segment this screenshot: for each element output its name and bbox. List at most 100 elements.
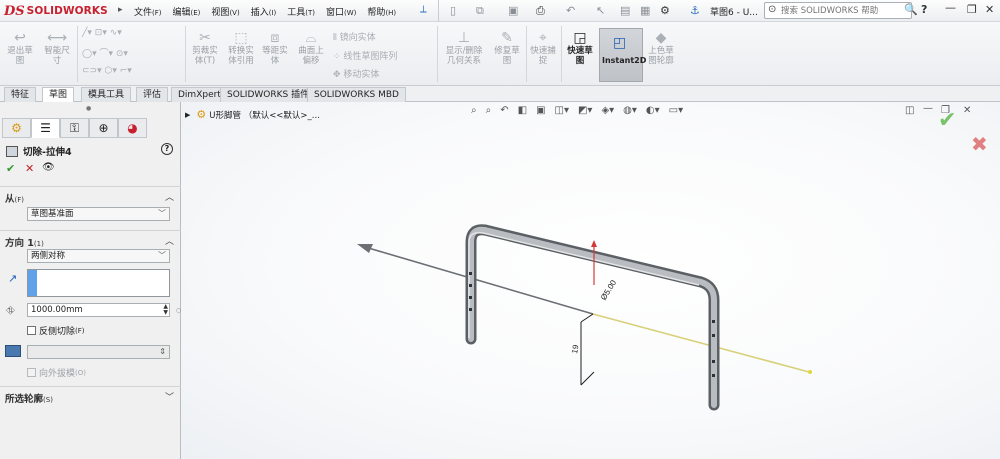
command-manager-ribbon: ↩ 退出草 图 ⟷ 智能尺 寸 ╱▾ ⊡▾ ∿▾ ◯▾ ⌒▾ ⊙▾ ⊂⊃▾ ⬡▾… (0, 22, 1000, 86)
quick-snaps-button[interactable]: ⌖ 快速捕 捉 (528, 30, 558, 66)
menu-window[interactable]: 窗口(W) (326, 5, 356, 18)
collapse-chevron-icon[interactable]: ︿ (165, 234, 174, 247)
collapse-chevron-icon[interactable]: ︿ (165, 190, 174, 203)
panel-collapse-grip[interactable]: ● (86, 105, 91, 112)
help-question-icon[interactable]: ? (921, 3, 927, 16)
property-manager-tab-icon[interactable]: ☰ (31, 118, 60, 138)
search-magnifier-icon[interactable]: 🔍 (904, 3, 918, 16)
command-tabs: 特征 草图 模具工具 评估 DimXpert SOLIDWORKS 插件 SOL… (0, 86, 1000, 102)
from-select[interactable]: 草图基准面 ﹀ (27, 207, 170, 221)
expand-chevron-icon[interactable]: ﹀ (165, 390, 174, 403)
pin-menu-icon[interactable]: ⟂ (420, 4, 427, 15)
file-properties-icon[interactable]: ▦ (640, 4, 650, 17)
slot-tool-icon[interactable]: ⊂⊃▾ ⬡▾ ⌐▾ (82, 66, 132, 76)
direction-1-header[interactable]: 方向 1(1) (5, 235, 44, 249)
instant2d-button[interactable]: ◰ Instant2D (599, 28, 646, 82)
convert-entities-button[interactable]: ⬚ 转换实 体引用 (224, 30, 258, 66)
solidworks-logo[interactable]: DS SOLIDWORKS (4, 3, 108, 19)
display-manager-tab-icon[interactable]: ◕ (118, 118, 147, 138)
feature-manager-tab-icon[interactable]: ⚙ (2, 118, 31, 138)
options-gear-icon[interactable]: ⚙ (660, 4, 670, 17)
menu-expand-icon[interactable]: ▸ (118, 5, 123, 15)
shaded-sketch-contours-button[interactable]: ◆ 上色草 图轮廓 (644, 30, 678, 66)
new-document-icon[interactable]: ▯ (450, 4, 456, 17)
divider (561, 26, 562, 82)
rapid-sketch-button[interactable]: ◲ 快速草 图 (563, 30, 597, 66)
search-box[interactable]: ⊙ (764, 2, 912, 19)
search-input[interactable] (781, 4, 893, 17)
offset-entities-button[interactable]: ⧈ 等距实 体 (258, 30, 292, 66)
move-entities-button[interactable]: ✥ 移动实体 (333, 67, 379, 80)
sketch-plane-triad[interactable]: 19 (570, 240, 597, 386)
menu-help[interactable]: 帮助(H) (367, 5, 396, 18)
title-bar: DS SOLIDWORKS ▸ 文件(F) 编辑(E) 视图(V) 插入(I) … (0, 0, 1000, 22)
menu-insert[interactable]: 插入(I) (251, 5, 277, 18)
u-shaped-tube-part[interactable] (465, 224, 720, 411)
exit-sketch-button[interactable]: ↩ 退出草 图 (6, 30, 34, 66)
feature-title: 切除-拉伸4 (6, 144, 72, 158)
divider (77, 26, 78, 82)
from-section-header[interactable]: 从(F) (5, 191, 24, 205)
from-section: 从(F) ︿ 草图基准面 ﹀ (0, 186, 181, 230)
configuration-manager-tab-icon[interactable]: ⚿ (60, 118, 89, 138)
panel-tabs: ⚙ ☰ ⚿ ⊕ ◕ (2, 118, 147, 138)
print-icon[interactable]: ⎙ (536, 4, 545, 18)
draft-select[interactable]: ⇕ (27, 345, 170, 359)
ok-checkmark-icon[interactable]: ✔ (6, 162, 15, 175)
spin-arrows-icon: ⇕ (159, 347, 166, 356)
trim-entities-button[interactable]: ✂ 剪裁实 体(T) (188, 30, 222, 66)
mirror-entities-button[interactable]: ⫴ 镜向实体 (333, 30, 376, 43)
menu-file[interactable]: 文件(F) (134, 5, 162, 18)
search-scope-icon[interactable]: ⊙ (768, 4, 776, 15)
rebuild-icon[interactable]: ▤ (620, 4, 630, 17)
checkbox-box[interactable] (27, 326, 36, 335)
tab-sketch[interactable]: 草图 (42, 87, 75, 102)
spin-arrows-icon[interactable]: ▲ ▼ (163, 304, 168, 316)
offset-icon: ⧈ (270, 30, 280, 46)
graphics-area[interactable]: ▶ ⚙ U形脚管 （默认<<默认>_... ⌕ ⌕ ↶ ◧ ▣ ◫▾ ◩▾ ◈▾… (181, 102, 1000, 459)
document-title: 草图6 - U... (710, 8, 758, 18)
solidworks-window: DS SOLIDWORKS ▸ 文件(F) 编辑(E) 视图(V) 插入(I) … (0, 0, 1000, 459)
select-icon[interactable]: ↖ (596, 4, 605, 17)
menu-tools[interactable]: 工具(T) (287, 5, 315, 18)
selected-contours-header[interactable]: 所选轮廓(S) (5, 391, 53, 405)
tab-solidworks-mbd[interactable]: SOLIDWORKS MBD (307, 87, 406, 102)
extrusion-direction-arrow[interactable] (357, 244, 812, 374)
end-condition-select[interactable]: 两侧对称 ﹀ (27, 249, 170, 263)
save-icon[interactable]: ▣ (508, 4, 518, 17)
tab-features[interactable]: 特征 (4, 87, 37, 102)
undo-icon[interactable]: ↶ (566, 4, 575, 17)
menu-view[interactable]: 视图(V) (211, 5, 239, 18)
offset-on-surface-button[interactable]: ⌓ 曲面上 偏移 (294, 30, 328, 66)
preview-eye-icon[interactable]: 👁 (42, 162, 55, 173)
depth-input[interactable]: 1000.00mm ▲ ▼ (27, 303, 170, 317)
divider (437, 26, 438, 82)
tab-mold-tools[interactable]: 模具工具 (81, 87, 132, 102)
tab-evaluate[interactable]: 评估 (136, 87, 169, 102)
linear-pattern-button[interactable]: ⁘ 线性草图阵列 (333, 49, 397, 62)
exit-sketch-icon: ↩ (14, 30, 26, 46)
display-relations-button[interactable]: ⊥ 显示/删除 几何关系 (440, 30, 488, 66)
model-scene[interactable]: 19 (181, 102, 1000, 459)
cancel-x-icon[interactable]: ✕ (25, 162, 34, 175)
line-tool-icon[interactable]: ╱▾ ⊡▾ ∿▾ (82, 28, 122, 38)
repair-sketch-button[interactable]: ✎ 修复草 图 (490, 30, 524, 66)
dimxpert-manager-tab-icon[interactable]: ⊕ (89, 118, 118, 138)
menu-edit[interactable]: 编辑(E) (173, 5, 201, 18)
close-icon[interactable]: ✕ (985, 3, 994, 16)
open-icon[interactable]: ⧉ (476, 4, 484, 18)
circle-tool-icon[interactable]: ◯▾ ⌒▾ ⊙▾ (82, 46, 128, 59)
draft-outward-checkbox[interactable]: 向外拔模 (O) (27, 366, 86, 379)
anchor-icon[interactable]: ⚓ (690, 4, 700, 17)
direction-of-extrusion-field[interactable] (27, 269, 170, 297)
help-icon[interactable]: ? (161, 143, 173, 155)
checkbox-box[interactable] (27, 368, 36, 377)
restore-icon[interactable]: ❐ (967, 3, 977, 16)
smart-dimension-button[interactable]: ⟷ 智能尺 寸 (40, 30, 74, 66)
flip-side-to-cut-checkbox[interactable]: 反侧切除 (F) (27, 324, 85, 337)
mirror-icon: ⫴ (333, 33, 340, 43)
tab-solidworks-addins[interactable]: SOLIDWORKS 插件 (220, 87, 317, 102)
minimize-icon[interactable]: — (945, 1, 956, 14)
selected-contours-section: 所选轮廓(S) ﹀ (0, 386, 181, 406)
menu-bar: 文件(F) 编辑(E) 视图(V) 插入(I) 工具(T) 窗口(W) 帮助(H… (134, 5, 407, 18)
